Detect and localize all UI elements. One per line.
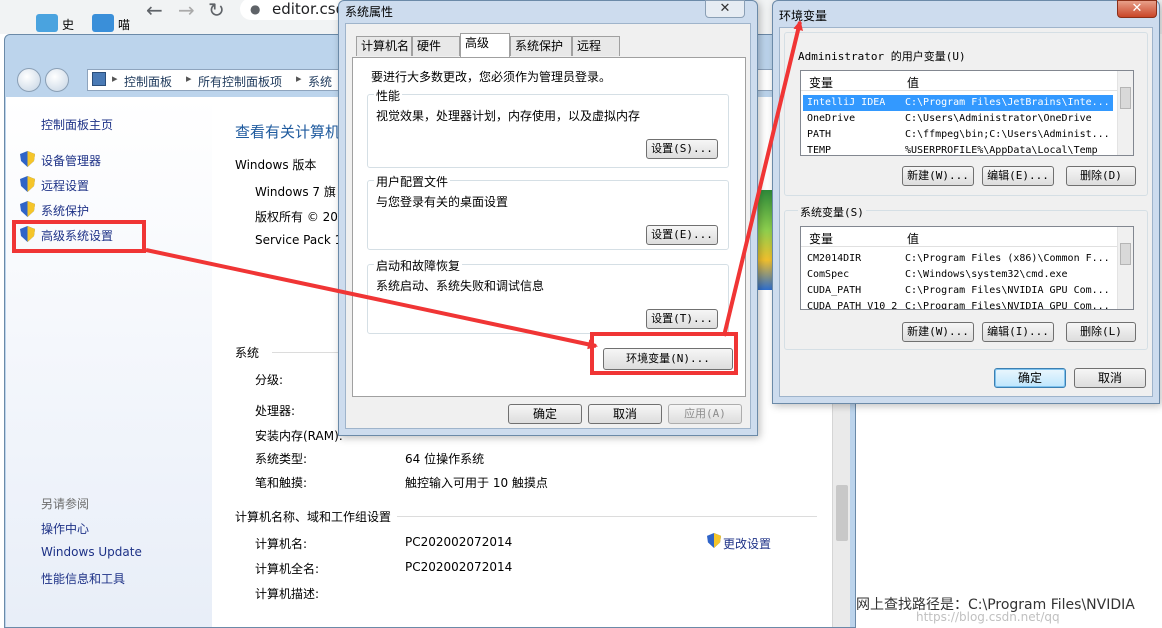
arrow-to-env-button (145, 248, 598, 350)
annotation-arrows (145, 20, 803, 350)
arrow-to-env-dialog (722, 20, 803, 337)
